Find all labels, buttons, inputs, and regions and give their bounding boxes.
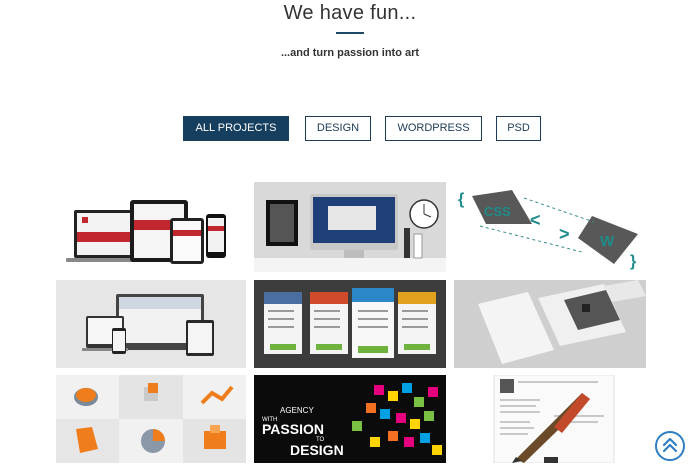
portfolio-item-devices-gray[interactable] xyxy=(56,280,246,368)
pen-website-illustration xyxy=(454,375,646,463)
filter-psd[interactable]: PSD xyxy=(496,116,541,141)
less-than-label: < xyxy=(530,210,541,230)
filter-all-projects[interactable]: ALL PROJECTS xyxy=(183,116,289,141)
w-label: W xyxy=(600,233,615,250)
stationery-illustration xyxy=(454,280,646,368)
portfolio-item-agency-passion[interactable]: AGENCY WITH PASSION TO DESIGN xyxy=(254,375,446,463)
portfolio-item-stationery[interactable] xyxy=(454,280,646,368)
desk-imac-illustration xyxy=(254,182,446,272)
filter-design[interactable]: DESIGN xyxy=(305,116,371,141)
right-brace-label: } xyxy=(630,253,636,270)
design-text: DESIGN xyxy=(290,442,344,458)
pricing-table-illustration xyxy=(254,280,446,368)
agency-text: AGENCY xyxy=(280,406,314,415)
section-subtitle: ...and turn passion into art xyxy=(280,47,420,59)
portfolio-item-desk-imac[interactable] xyxy=(254,182,446,272)
3d-shapes-illustration xyxy=(56,375,246,463)
responsive-devices-illustration xyxy=(66,200,226,264)
devices-gray-illustration xyxy=(56,280,246,368)
passion-text: PASSION xyxy=(262,421,324,437)
css-w-illustration: CSS W < > { } xyxy=(458,190,638,270)
filter-wordpress[interactable]: WORDPRESS xyxy=(385,116,482,141)
portfolio-item-responsive-devices[interactable] xyxy=(56,182,246,272)
portfolio-item-pen-website[interactable] xyxy=(454,375,646,463)
scroll-to-top-button[interactable] xyxy=(655,431,685,461)
agency-passion-illustration: AGENCY WITH PASSION TO DESIGN xyxy=(254,375,446,463)
section-title: We have fun... xyxy=(283,2,417,24)
double-chevron-up-icon xyxy=(662,437,678,453)
css-label: CSS xyxy=(484,204,511,219)
left-brace-label: { xyxy=(458,191,464,208)
portfolio-item-3d-shapes[interactable] xyxy=(56,375,246,463)
title-divider xyxy=(336,32,364,34)
portfolio-item-pricing-table[interactable] xyxy=(254,280,446,368)
portfolio-item-css-w[interactable]: CSS W < > { } xyxy=(454,182,646,272)
greater-than-label: > xyxy=(559,224,570,244)
